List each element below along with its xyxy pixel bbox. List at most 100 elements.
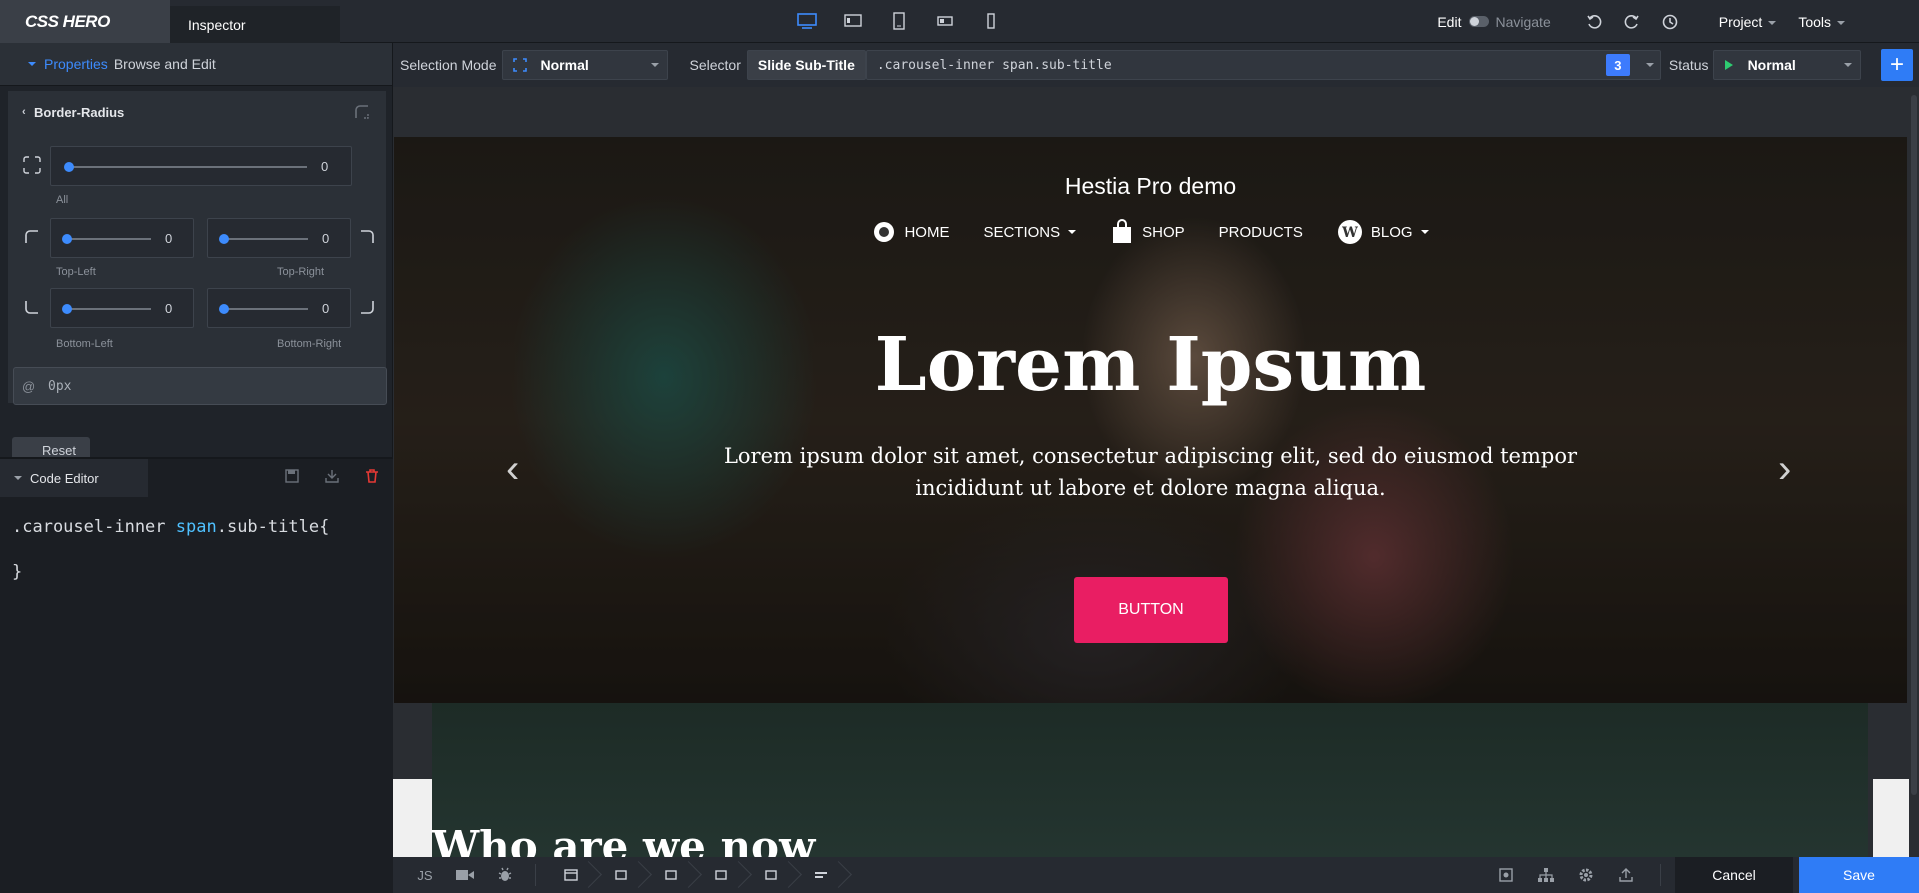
slider-track [222, 238, 308, 240]
nav-shop[interactable]: SHOP [1110, 219, 1185, 245]
nav-products[interactable]: PRODUCTS [1219, 224, 1303, 241]
bottom-left-slider[interactable]: 0 [50, 288, 194, 328]
svg-text:W: W [1341, 225, 1358, 241]
canvas-scrollbar[interactable] [1909, 87, 1919, 857]
slider-handle[interactable] [62, 234, 72, 244]
selector-label: Selector [689, 57, 741, 73]
nav-blog[interactable]: W BLOG [1337, 219, 1429, 245]
desktop-icon[interactable] [790, 8, 824, 34]
hero-cta-button[interactable]: BUTTON [1074, 577, 1228, 643]
carousel-prev-icon[interactable]: ‹ [506, 447, 519, 492]
nav-home[interactable]: HOME [872, 220, 949, 244]
export-icon[interactable] [1606, 857, 1646, 893]
bottom-right-label: Bottom-Right [277, 338, 342, 350]
cancel-button[interactable]: Cancel [1675, 857, 1793, 893]
edit-navigate-toggle[interactable] [1469, 16, 1490, 27]
mobile-icon[interactable] [974, 8, 1008, 34]
bottom-left-label: Bottom-Left [56, 338, 113, 350]
slider-handle[interactable] [219, 304, 229, 314]
sitemap-icon[interactable] [1526, 857, 1566, 893]
top-right-corner-icon [361, 230, 374, 243]
trash-icon[interactable] [365, 469, 379, 483]
breadcrumb-window-icon[interactable] [546, 857, 596, 893]
download-icon[interactable] [325, 469, 339, 483]
reset-button[interactable]: Reset [12, 437, 90, 459]
breadcrumb-box-icon[interactable] [596, 857, 646, 893]
status-select[interactable]: Normal [1712, 50, 1861, 80]
selector-name-badge[interactable]: Slide Sub-Title [746, 50, 866, 80]
video-icon[interactable] [445, 857, 485, 893]
save-button[interactable]: Save [1799, 857, 1919, 893]
top-left-slider[interactable]: 0 [50, 218, 194, 258]
slider-handle[interactable] [219, 234, 229, 244]
slider-track [65, 238, 151, 240]
border-radius-input[interactable]: @ 0px [13, 367, 387, 405]
page-background-left [393, 779, 433, 857]
hero-heading[interactable]: Lorem Ipsum [394, 322, 1907, 408]
hero-subtitle[interactable]: Lorem ipsum dolor sit amet, consectetur … [714, 440, 1587, 504]
play-icon [1724, 60, 1733, 70]
breadcrumb-box-icon[interactable] [646, 857, 696, 893]
save-icon[interactable] [285, 469, 299, 483]
chevron-down-icon [650, 63, 659, 67]
breadcrumb-box-icon[interactable] [696, 857, 746, 893]
undo-icon[interactable] [1575, 14, 1613, 30]
border-radius-controls: 0 All 0 Top-Left 0 Top-Right 0 Bottom-Le… [8, 133, 386, 403]
selection-mode-label: Selection Mode [400, 57, 497, 73]
bug-icon[interactable] [485, 857, 525, 893]
nav-label: SHOP [1142, 223, 1185, 241]
history-icon[interactable] [1651, 14, 1689, 30]
slider-handle[interactable] [64, 162, 74, 172]
screenshot-icon[interactable] [1486, 857, 1526, 893]
all-radius-slider[interactable]: 0 [50, 146, 352, 186]
laptop-icon[interactable] [836, 8, 870, 34]
code-editor-tab[interactable]: Code Editor [0, 459, 148, 497]
divider [535, 864, 536, 886]
carousel-next-icon[interactable]: › [1778, 447, 1791, 492]
status-label: Status [1668, 57, 1709, 73]
chevron-down-icon [14, 476, 22, 480]
breadcrumb-box-icon[interactable] [746, 857, 796, 893]
navigate-label[interactable]: Navigate [1495, 14, 1550, 30]
bottom-left-corner-icon [25, 301, 38, 314]
nav-sections[interactable]: SECTIONS [983, 224, 1077, 241]
bottom-right-slider[interactable]: 0 [207, 288, 351, 328]
selector-path: .carousel-inner span.sub-title [876, 57, 1112, 73]
at-prefix: @ [22, 378, 36, 394]
js-button[interactable]: JS [405, 857, 445, 893]
status-value: Normal [1747, 57, 1796, 73]
border-radius-title: Border-Radius [34, 104, 125, 120]
tablet-landscape-icon[interactable] [928, 8, 962, 34]
scrollbar-thumb[interactable] [1911, 95, 1917, 795]
tools-menu[interactable]: Tools [1798, 14, 1845, 30]
selection-mode-icon [512, 58, 527, 72]
slider-track [65, 308, 151, 310]
slider-handle[interactable] [62, 304, 72, 314]
properties-header[interactable]: Properties Browse and Edit [0, 43, 392, 86]
about-heading[interactable]: Who are we now [432, 822, 815, 857]
all-corners-icon [23, 156, 41, 174]
edit-label[interactable]: Edit [1437, 14, 1461, 30]
tab-inspector[interactable]: Inspector [170, 6, 340, 43]
chevron-down-icon[interactable] [1645, 63, 1654, 67]
add-rule-button[interactable]: + [1881, 49, 1913, 81]
selection-mode-select[interactable]: Normal [501, 50, 668, 80]
redo-icon[interactable] [1613, 14, 1651, 30]
shopping-bag-icon [1113, 219, 1132, 243]
chevron-left-icon[interactable]: ‹ [22, 106, 26, 118]
selector-input[interactable]: .carousel-inner span.sub-title 3 [865, 50, 1661, 80]
code-token-selector: .carousel-inner [12, 517, 176, 537]
site-title[interactable]: Hestia Pro demo [394, 173, 1907, 200]
code-editor-body[interactable]: .carousel-inner span.sub-title{ } [0, 497, 393, 595]
tablet-icon[interactable] [882, 8, 916, 34]
project-menu[interactable]: Project [1719, 14, 1777, 30]
breadcrumb-text-icon[interactable] [796, 857, 846, 893]
hero-slide[interactable]: Hestia Pro demo HOME SECTIONS SHOP PRODU… [394, 137, 1907, 703]
home-logo-icon [874, 222, 895, 242]
corner-icon[interactable] [354, 104, 370, 120]
code-editor-panel: Code Editor .carousel-inner span.sub-tit… [0, 457, 393, 893]
top-right-slider[interactable]: 0 [207, 218, 351, 258]
border-radius-header[interactable]: ‹ Border-Radius [8, 91, 386, 133]
match-count-badge[interactable]: 3 [1605, 54, 1630, 76]
gear-icon[interactable] [1566, 857, 1606, 893]
